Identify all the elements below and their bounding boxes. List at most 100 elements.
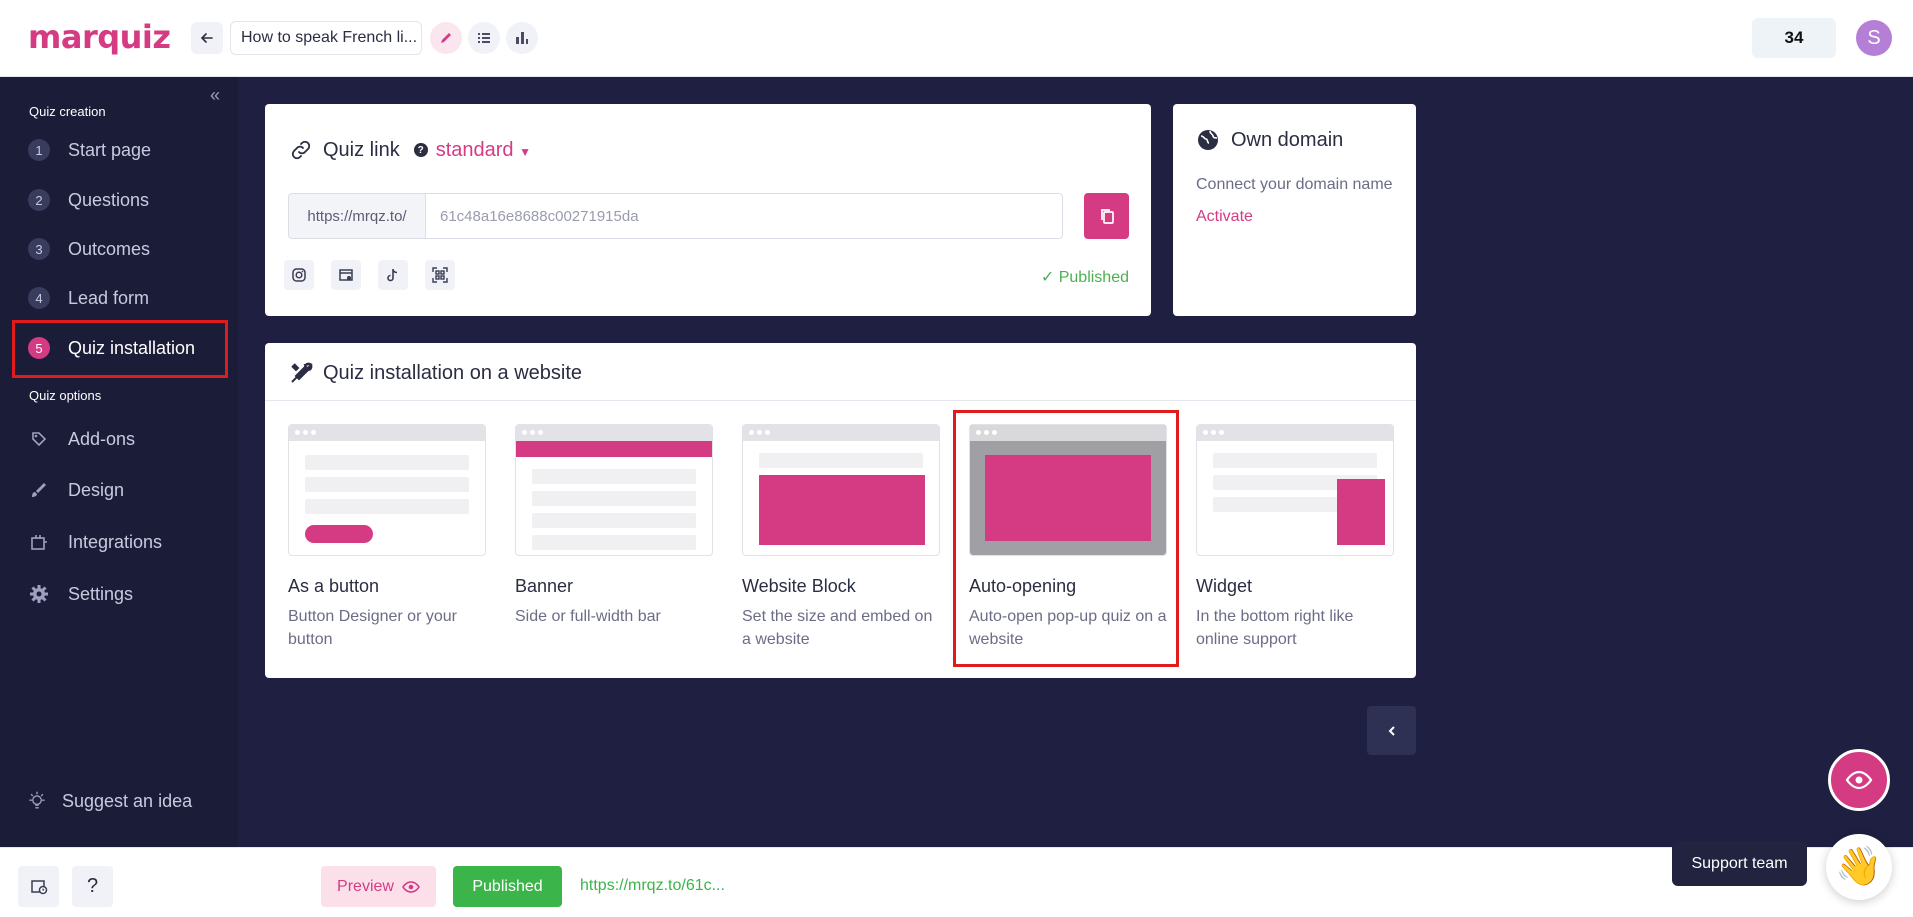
link-icon (291, 140, 311, 160)
browser-settings-icon (339, 269, 353, 281)
sidebar-item-label: Add-ons (68, 428, 136, 449)
option-title: Website Block (742, 576, 856, 596)
widget-preview-thumbnail (1196, 424, 1394, 556)
sidebar-item-label: Integrations (68, 531, 163, 552)
published-button[interactable]: Published (453, 866, 562, 907)
option-title: As a button (288, 576, 380, 596)
instagram-button[interactable] (284, 260, 314, 290)
option-description: Button Designer or your button (288, 608, 457, 648)
install-option-banner[interactable]: Banner Side or full-width bar (515, 424, 713, 628)
chevron-left-icon (1388, 725, 1395, 736)
sidebar-item-settings[interactable]: Settings (28, 583, 133, 605)
marquiz-logo[interactable]: marquiz (28, 18, 171, 56)
button-preview-thumbnail (288, 424, 486, 556)
sidebar: « Quiz creation 1 Start page 2 Questions… (0, 77, 238, 847)
gear-icon (28, 583, 50, 605)
own-domain-header: Own domain (1196, 128, 1343, 152)
preview-fab-button[interactable] (1828, 749, 1890, 811)
avatar[interactable]: S (1856, 20, 1892, 56)
step-number: 1 (28, 139, 50, 161)
link-prefix: https://mrqz.to/ (289, 194, 426, 238)
balance-counter[interactable]: 34 (1752, 18, 1836, 58)
step-number: 2 (28, 189, 50, 211)
own-domain-title: Own domain (1231, 128, 1344, 151)
quiz-link-field: https://mrqz.to/ (288, 193, 1063, 239)
preview-button[interactable]: Preview (321, 866, 436, 907)
history-icon (30, 879, 47, 894)
link-mode-dropdown[interactable]: standard ▼ (436, 139, 531, 162)
quiz-link-header: Quiz link ? standard ▼ (289, 138, 531, 162)
collapse-sidebar-icon[interactable]: « (210, 85, 220, 106)
sidebar-item-label: Outcomes (68, 238, 151, 259)
suggest-idea-link[interactable]: Suggest an idea (26, 790, 192, 812)
banner-preview-thumbnail (515, 424, 713, 556)
lightbulb-icon (26, 790, 48, 812)
copy-icon (1100, 209, 1114, 224)
plug-icon (28, 531, 50, 553)
bar-chart-icon (516, 32, 528, 44)
option-description: In the bottom right like online support (1196, 608, 1354, 648)
eye-icon (402, 880, 420, 893)
option-title: Banner (515, 576, 574, 596)
active-item-highlight (12, 320, 228, 378)
option-description: Side or full-width bar (515, 608, 661, 625)
eye-icon (1845, 770, 1873, 790)
sidebar-item-label: Start page (68, 139, 152, 160)
activate-link[interactable]: Activate (1196, 208, 1253, 226)
vk-button[interactable] (331, 260, 361, 290)
globe-icon (1198, 130, 1218, 150)
support-chat-button[interactable]: 👋 (1826, 834, 1892, 900)
suggest-label: Suggest an idea (62, 790, 193, 811)
qr-code-button[interactable] (425, 260, 455, 290)
sidebar-item-start-page[interactable]: 1 Start page (28, 139, 151, 161)
back-button[interactable] (191, 22, 223, 54)
caret-down-icon: ▼ (519, 144, 531, 159)
installation-header: Quiz installation on a website (288, 360, 582, 386)
sidebar-item-questions[interactable]: 2 Questions (28, 189, 149, 211)
divider (265, 400, 1416, 401)
quiz-url-link[interactable]: https://mrqz.to/61c... (580, 877, 725, 895)
published-status: ✓ Published (1040, 269, 1129, 286)
list-button[interactable] (468, 22, 500, 54)
selected-option-highlight (953, 410, 1179, 667)
option-title: Widget (1196, 576, 1253, 596)
qr-code-icon (432, 267, 448, 283)
install-option-website-block[interactable]: Website Block Set the size and embed on … (742, 424, 940, 651)
copy-link-button[interactable] (1084, 193, 1129, 239)
install-option-widget[interactable]: Widget In the bottom right like online s… (1196, 424, 1394, 651)
quiz-title-field[interactable]: How to speak French li... (230, 21, 422, 55)
stats-button[interactable] (506, 22, 538, 54)
install-option-button[interactable]: As a button Button Designer or your butt… (288, 424, 486, 651)
installation-card: Quiz installation on a website As a butt… (265, 343, 1416, 678)
support-team-label[interactable]: Support team (1672, 841, 1807, 886)
waving-hand-icon: 👋 (1835, 846, 1883, 888)
tiktok-icon (387, 268, 398, 282)
quiz-link-title: Quiz link (323, 138, 400, 161)
bottom-bar: ? Preview Published https://mrqz.to/61c.… (0, 847, 1913, 917)
previous-step-button[interactable] (1367, 706, 1416, 755)
help-icon[interactable]: ? (413, 143, 428, 157)
sidebar-item-label: Lead form (68, 287, 150, 308)
step-number: 3 (28, 238, 50, 260)
quiz-link-input[interactable] (426, 194, 1062, 238)
history-button[interactable] (18, 866, 59, 907)
help-button[interactable]: ? (72, 866, 113, 907)
sidebar-item-label: Design (68, 479, 125, 500)
sidebar-item-integrations[interactable]: Integrations (28, 531, 162, 553)
sidebar-item-add-ons[interactable]: Add-ons (28, 428, 135, 450)
sidebar-item-design[interactable]: Design (28, 479, 124, 501)
edit-button[interactable] (430, 22, 462, 54)
preview-label: Preview (337, 877, 394, 895)
tiktok-button[interactable] (378, 260, 408, 290)
step-number: 4 (28, 287, 50, 309)
sidebar-item-lead-form[interactable]: 4 Lead form (28, 287, 149, 309)
sidebar-item-label: Questions (68, 189, 150, 210)
section-quiz-options: Quiz options (29, 388, 102, 403)
link-mode-value: standard (435, 138, 514, 161)
website-block-preview-thumbnail (742, 424, 940, 556)
sidebar-item-outcomes[interactable]: 3 Outcomes (28, 238, 150, 260)
option-description: Set the size and embed on a website (742, 608, 933, 648)
instagram-icon (292, 268, 306, 282)
pencil-icon (441, 33, 451, 43)
own-domain-description: Connect your domain name (1196, 176, 1393, 193)
